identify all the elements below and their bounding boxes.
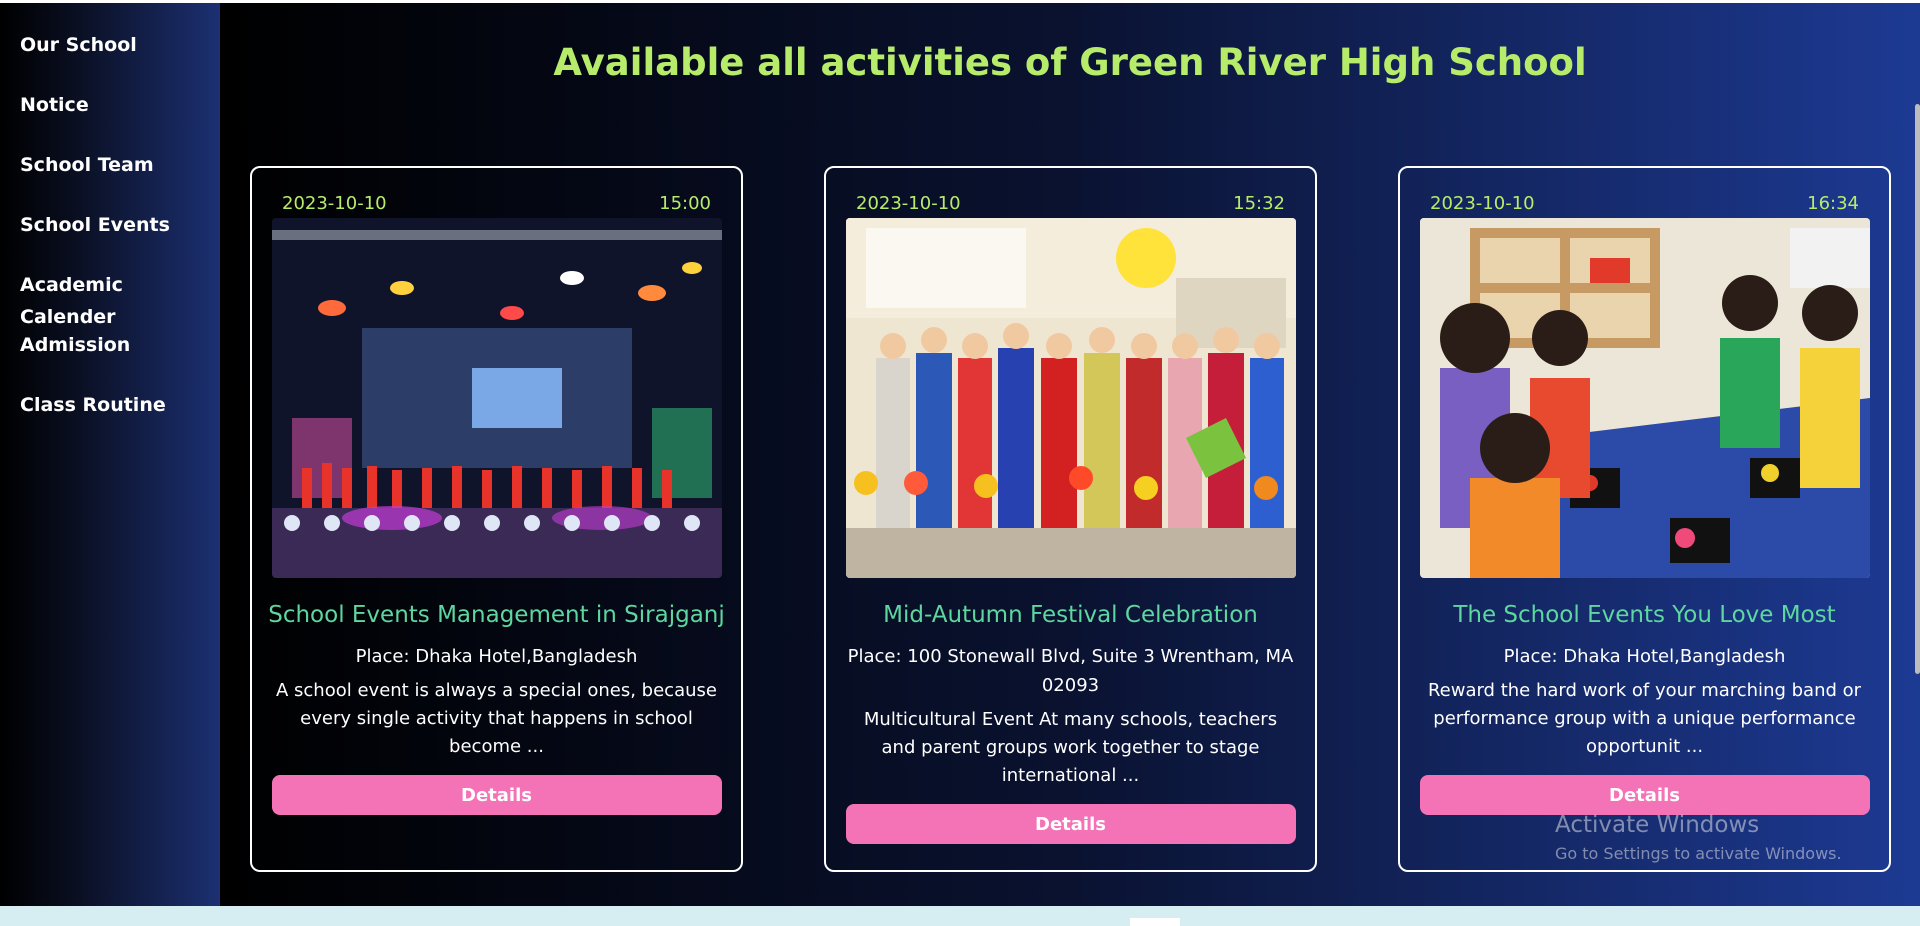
- event-card-list: 2023-10-10 15:00 School Events Managemen…: [250, 166, 1891, 872]
- event-date: 2023-10-10: [282, 193, 387, 214]
- event-title[interactable]: The School Events You Love Most: [1453, 602, 1835, 628]
- event-description: Multicultural Event At many schools, tea…: [863, 709, 1278, 786]
- event-time: 16:34: [1807, 193, 1859, 214]
- event-place: Place: Dhaka Hotel,Bangladesh: [1503, 646, 1786, 667]
- details-button[interactable]: Details: [271, 775, 722, 815]
- event-image: [1419, 218, 1870, 578]
- event-date: 2023-10-10: [856, 193, 961, 214]
- watermark-title: Activate Windows: [1555, 812, 1760, 838]
- event-description: A school event is always a special ones,…: [276, 680, 717, 757]
- sidebar-item-notice[interactable]: Notice: [0, 89, 220, 149]
- event-image: [271, 218, 722, 578]
- details-button[interactable]: Details: [1419, 775, 1870, 815]
- app-root: Our School Notice School Team School Eve…: [0, 3, 1920, 906]
- event-image: [845, 218, 1296, 578]
- event-place: Place: Dhaka Hotel,Bangladesh: [355, 646, 638, 667]
- horizontal-scrollbar-track: [0, 906, 1920, 926]
- event-time: 15:00: [659, 193, 711, 214]
- sidebar-item-academic-calender[interactable]: Academic Calender: [0, 269, 220, 329]
- sidebar-item-class-routine[interactable]: Class Routine: [0, 389, 220, 449]
- main-content: Available all activities of Green River …: [220, 3, 1920, 906]
- event-card: 2023-10-10 16:34 The School Events You L…: [1398, 166, 1891, 872]
- sidebar: Our School Notice School Team School Eve…: [0, 3, 220, 906]
- event-date: 2023-10-10: [1430, 193, 1535, 214]
- sidebar-item-school-events[interactable]: School Events: [0, 209, 220, 269]
- event-meta: 2023-10-10 15:00: [272, 190, 721, 218]
- watermark-subtitle: Go to Settings to activate Windows.: [1555, 844, 1842, 863]
- sidebar-item-school-team[interactable]: School Team: [0, 149, 220, 209]
- event-description: Reward the hard work of your marching ba…: [1427, 680, 1862, 757]
- event-place: Place: 100 Stonewall Blvd, Suite 3 Wrent…: [847, 646, 1294, 696]
- event-title[interactable]: School Events Management in Sirajganj: [268, 602, 725, 628]
- sidebar-item-admission[interactable]: Admission: [0, 329, 220, 389]
- event-meta: 2023-10-10 15:32: [846, 190, 1295, 218]
- event-card: 2023-10-10 15:32 Mid-Autumn Festival Cel…: [824, 166, 1317, 872]
- vertical-scrollbar[interactable]: [1915, 104, 1920, 674]
- event-time: 15:32: [1233, 193, 1285, 214]
- activation-watermark: Activate Windows Go to Settings to activ…: [1555, 812, 1842, 863]
- horizontal-scrollbar-thumb[interactable]: [1130, 918, 1180, 926]
- details-button[interactable]: Details: [845, 804, 1296, 844]
- event-card: 2023-10-10 15:00 School Events Managemen…: [250, 166, 743, 872]
- event-meta: 2023-10-10 16:34: [1420, 190, 1869, 218]
- sidebar-item-our-school[interactable]: Our School: [0, 29, 220, 89]
- page-title: Available all activities of Green River …: [553, 41, 1587, 84]
- event-title[interactable]: Mid-Autumn Festival Celebration: [883, 602, 1258, 628]
